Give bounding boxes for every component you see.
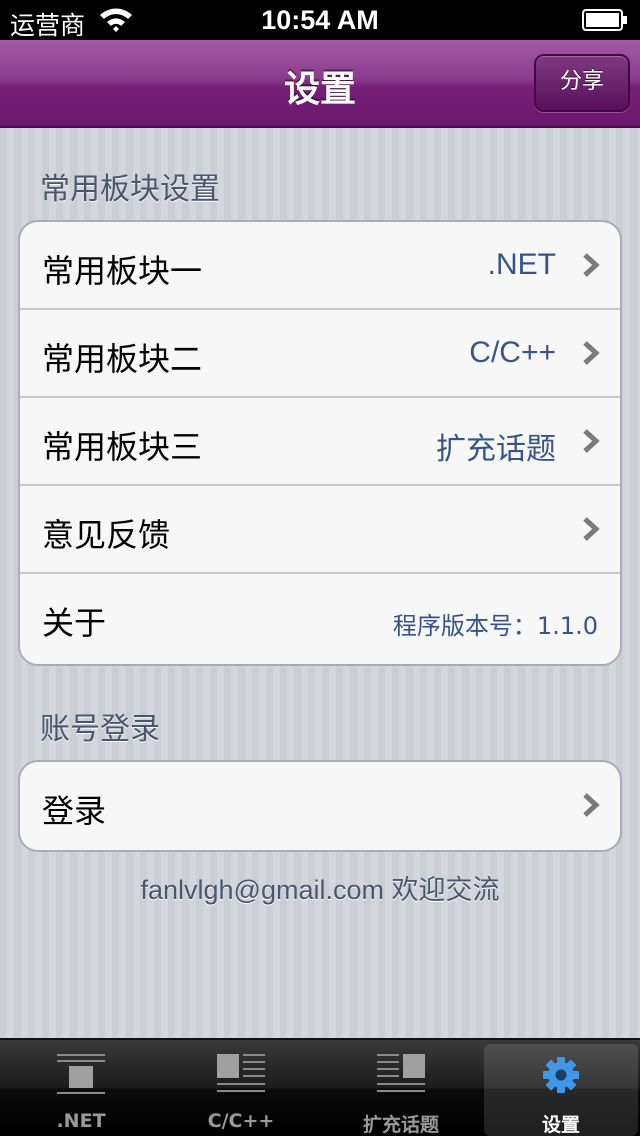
cell-label: 意见反馈 [42, 516, 171, 554]
share-button[interactable]: 分享 [534, 54, 630, 112]
chevron-right-icon [583, 429, 600, 453]
status-time: 10:54 AM [261, 5, 379, 35]
chevron-right-icon [583, 517, 600, 541]
chevron-right-icon [583, 253, 600, 277]
cell-label: 登录 [42, 792, 107, 830]
cell-feedback[interactable]: 意见反馈 [20, 486, 620, 574]
cell-value: C/C++ [469, 336, 556, 369]
tab-topics[interactable]: 扩充话题 [324, 1044, 478, 1136]
tab-label: 扩充话题 [362, 1114, 439, 1136]
contact-note: fanlvlgh@gmail.com 欢迎交流 [140, 875, 500, 905]
chevron-right-icon [583, 341, 600, 365]
cpp-board-icon [217, 1054, 265, 1092]
cell-label: 常用板块二 [42, 340, 203, 378]
gear-icon [543, 1057, 579, 1093]
navigation-bar: 设置 分享 [0, 40, 640, 128]
topics-board-icon [377, 1054, 425, 1092]
version-label: 程序版本号：1.1.0 [392, 612, 598, 640]
section-header-account: 账号登录 [40, 712, 160, 747]
boards-settings-group: 常用板块一 .NET 常用板块二 C/C++ 常用板块三 扩充话题 意见反馈 关… [18, 220, 622, 666]
section-header-boards: 常用板块设置 [40, 172, 220, 207]
dotnet-board-icon [57, 1054, 105, 1094]
tab-label: .NET [56, 1110, 106, 1132]
chevron-right-icon [583, 793, 600, 817]
tab-bar: .NET C/C++ 扩充话题 设置 [0, 1038, 640, 1136]
cell-label: 常用板块一 [42, 252, 203, 290]
tab-dotnet[interactable]: .NET [4, 1044, 158, 1136]
account-group: 登录 [18, 760, 622, 852]
tab-cpp[interactable]: C/C++ [164, 1044, 318, 1136]
cell-label: 关于 [42, 604, 107, 642]
cell-about[interactable]: 关于 程序版本号：1.1.0 [20, 574, 620, 662]
cell-board-two[interactable]: 常用板块二 C/C++ [20, 310, 620, 398]
cell-label: 常用板块三 [42, 428, 203, 466]
battery-icon [582, 9, 627, 31]
status-bar: 运营商 10:54 AM [0, 0, 640, 40]
cell-value: 扩充话题 [436, 432, 556, 467]
tab-label: C/C++ [207, 1110, 275, 1132]
tab-settings[interactable]: 设置 [484, 1044, 638, 1136]
cell-board-one[interactable]: 常用板块一 .NET [20, 222, 620, 310]
cell-login[interactable]: 登录 [20, 762, 620, 850]
tab-label: 设置 [541, 1114, 580, 1136]
cell-value: .NET [487, 248, 556, 281]
cell-board-three[interactable]: 常用板块三 扩充话题 [20, 398, 620, 486]
